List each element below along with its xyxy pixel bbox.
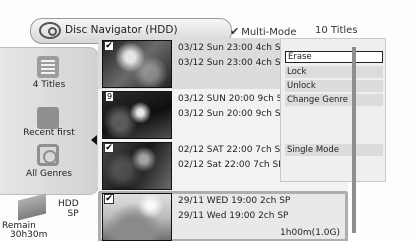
genre-filter-label[interactable]: All Genres [0,169,98,179]
edit-menu: Erase Lock Unlock Change Genre Single Mo… [280,38,386,182]
checkbox-checked[interactable]: ✔ [104,143,114,153]
disc-icon [39,22,61,39]
sort-order-label[interactable]: Recent first [0,128,98,138]
drive-label: HDD [58,199,79,209]
title-number: 9 [106,92,114,101]
check-icon: ✔ [230,25,240,38]
disc-navigator-screen: Disc Navigator (HDD) ✔ Multi-Mode 10 Titl… [0,0,417,241]
checkbox-checked[interactable]: ✔ [104,41,114,51]
menu-item-lock[interactable]: Lock [285,66,383,78]
menu-item-erase[interactable]: Erase [285,51,383,63]
title-line2: 29/11 Wed 19:00 2ch SP [178,211,289,221]
menu-item-unlock[interactable]: Unlock [285,80,383,92]
menu-item-single-mode[interactable]: Single Mode [285,144,383,156]
title-count: 10 Titles [315,25,358,36]
hdd-icon [18,193,46,221]
sort-icon[interactable] [37,107,59,129]
filter-titles-label[interactable]: 4 Titles [0,80,98,90]
title-row[interactable]: ✔ 29/11 WED 19:00 2ch SP 29/11 Wed 19:00… [98,191,348,241]
checkbox-checked[interactable]: ✔ [104,194,114,204]
left-panel: 4 Titles Recent first All Genres [0,47,99,195]
menu-item-change-genre[interactable]: Change Genre [285,94,383,106]
title-duration: 1h00m(1.0G) [280,228,340,238]
page-title: Disc Navigator (HDD) [65,24,178,36]
list-icon[interactable] [37,56,59,78]
remain-time: 30h30m [10,230,48,240]
genre-icon[interactable] [37,144,59,166]
title-line1: 29/11 WED 19:00 2ch SP [178,196,291,206]
multi-mode-label: Multi-Mode [241,27,297,38]
drive-info: HDD SP [58,199,79,219]
remain-info: Remain 30h30m [2,222,47,240]
multi-mode-indicator: ✔ Multi-Mode [230,25,297,38]
record-mode: SP [67,209,79,219]
scrollbar[interactable] [352,47,356,233]
cursor-arrow-icon [91,135,97,145]
